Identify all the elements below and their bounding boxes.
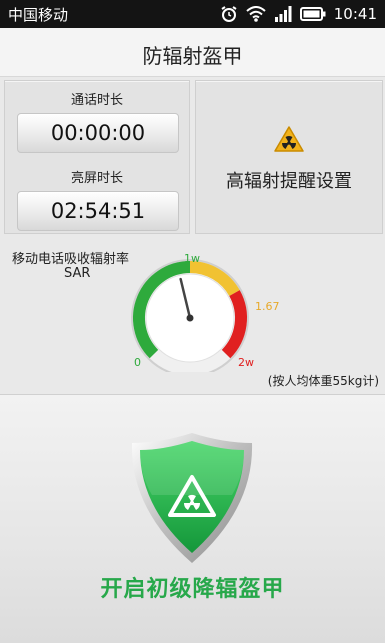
call-duration-value: 00:00:00 [17,113,179,153]
gauge-tick-1w: 1w [184,252,200,265]
gauge-pivot [186,314,194,322]
status-bar: 中国移动 10:41 [0,0,385,28]
battery-icon [299,7,326,21]
clock-time: 10:41 [333,5,377,23]
enable-shield-button[interactable]: 开启初级降辐盔甲 [0,394,385,643]
shield-radiation-icon [131,433,253,563]
usage-timers-card: 通话时长 00:00:00 亮屏时长 02:54:51 [4,80,190,234]
wifi-icon [246,6,266,22]
gauge-tick-0: 0 [134,356,141,369]
signal-icon [274,6,292,22]
screen-on-duration-label: 亮屏时长 [70,171,123,186]
high-radiation-settings-label: 高辐射提醒设置 [226,171,352,192]
sar-gauge: 0 1w 1.67w 2w [131,252,280,372]
screen-on-duration-value: 02:54:51 [17,191,179,231]
weight-basis-note: (按人均体重55kg计) [267,374,379,388]
sar-title: 移动电话吸收辐射率 [12,252,130,267]
enable-shield-label: 开启初级降辐盔甲 [100,577,285,602]
status-icons: 10:41 [220,4,377,24]
gauge-tick-167w: 1.67w [255,300,280,313]
gauge-tick-2w: 2w [238,356,254,369]
page-title: 防辐射盔甲 [142,44,243,68]
sar-meter-section: 移动电话吸收辐射率 SAR 0 1w 1.67w 2w (按人均体重55kg计) [0,238,385,388]
radiation-warning-icon [274,126,304,152]
call-duration-label: 通话时长 [70,93,123,108]
carrier-name: 中国移动 [8,6,69,24]
alarm-clock-icon [221,6,237,22]
high-radiation-settings-button[interactable]: 高辐射提醒设置 [195,80,383,234]
sar-unit-label: SAR [64,266,91,281]
title-bar: 防辐射盔甲 [0,28,385,77]
